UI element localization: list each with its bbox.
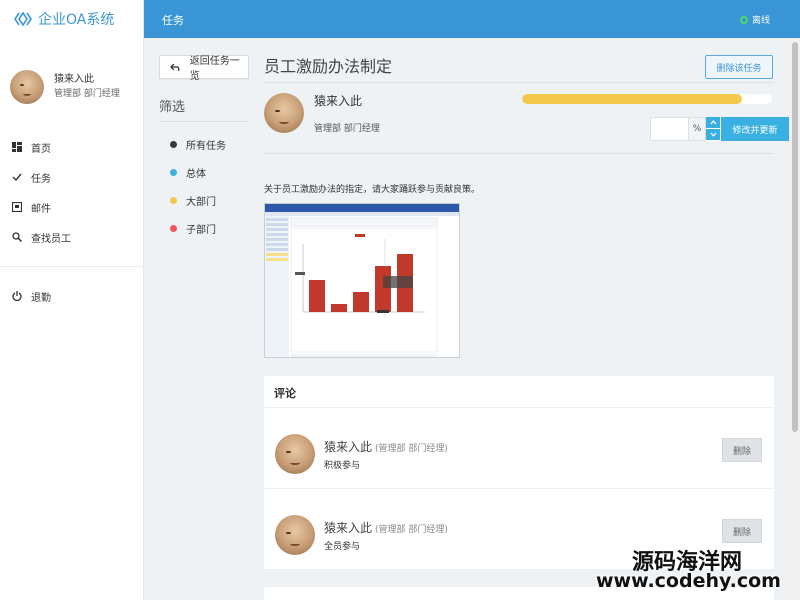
dashboard-icon: [12, 142, 22, 152]
brand[interactable]: 企业OA系统: [0, 0, 143, 38]
chevron-down-icon: [710, 132, 716, 137]
comment-avatar: [275, 515, 315, 555]
update-button[interactable]: 修改并更新: [721, 117, 789, 141]
progress-fill: [522, 94, 742, 104]
filter-label: 子部门: [186, 224, 216, 236]
owner-name: 猿来入此: [314, 94, 363, 108]
nav-item-home[interactable]: 首页: [0, 132, 143, 162]
nav-label: 退勤: [31, 292, 51, 304]
page-scrollbar[interactable]: [790, 38, 800, 600]
logo-icon: [14, 12, 32, 26]
filter-item-department[interactable]: 大部门: [170, 186, 226, 214]
avatar: [10, 70, 44, 104]
nav-divider: [0, 266, 143, 267]
watermark-url: www.codehy.com: [596, 570, 781, 592]
brand-name: 企业OA系统: [38, 12, 115, 28]
percent-stepper: [706, 117, 720, 141]
user-profile[interactable]: 猿来入此 管理部 部门经理: [0, 38, 143, 122]
back-arrow-icon: [170, 63, 180, 71]
filter-label: 所有任务: [186, 140, 226, 152]
comment-author-name: 猿来入此: [324, 440, 373, 454]
status-badge[interactable]: 离线: [739, 13, 770, 26]
divider: [264, 153, 774, 154]
stepper-down[interactable]: [706, 129, 720, 141]
divider: [264, 82, 774, 83]
percent-input[interactable]: [650, 117, 688, 141]
owner-avatar: [264, 93, 304, 133]
delete-task-button[interactable]: 删除该任务: [705, 55, 773, 79]
comment-author: 猿来入此 (管理部 部门经理): [324, 438, 448, 455]
delete-comment-button[interactable]: 删除: [722, 519, 762, 543]
filter-label: 总体: [186, 168, 206, 180]
nav-item-mail[interactable]: 邮件: [0, 192, 143, 222]
filter-title: 筛选: [159, 96, 247, 122]
chevron-up-icon: [710, 120, 716, 125]
percent-suffix: %: [688, 117, 706, 141]
nav-label: 邮件: [31, 203, 51, 215]
filter-item-all[interactable]: 所有任务: [170, 130, 226, 158]
back-to-list-button[interactable]: 返回任务一览: [159, 55, 249, 82]
power-icon: [12, 291, 22, 301]
comments-panel: 评论 猿来入此 (管理部 部门经理) 积极参与 删除 猿来入此 (管理部 部门经理)…: [264, 376, 774, 570]
comment-author: 猿来入此 (管理部 部门经理): [324, 519, 448, 536]
user-name: 猿来入此: [54, 74, 94, 85]
nav-item-tasks[interactable]: 任务: [0, 162, 143, 192]
nav-item-find-staff[interactable]: 查找员工: [0, 222, 143, 252]
delete-comment-button[interactable]: 删除: [722, 438, 762, 462]
status-dot-icon: [739, 15, 748, 24]
comment-author-role: (管理部 部门经理): [375, 444, 448, 454]
attachment-image[interactable]: [264, 203, 460, 358]
percent-control: % 修改并更新: [650, 117, 789, 141]
comment-item: 猿来入此 (管理部 部门经理) 积极参与 删除: [264, 408, 774, 489]
topbar: 任务 离线: [144, 0, 800, 38]
comment-avatar: [275, 434, 315, 474]
filter-dot-icon: [170, 196, 177, 204]
filter-dot-icon: [170, 168, 177, 176]
task-title: 员工激励办法制定: [264, 57, 393, 76]
attachment-preview: [265, 204, 459, 357]
scrollbar-thumb[interactable]: [792, 42, 798, 432]
filter-dot-icon: [170, 140, 177, 148]
nav-label: 任务: [31, 173, 51, 185]
filter-dot-icon: [170, 224, 177, 232]
comment-author-role: (管理部 部门经理): [375, 525, 448, 535]
comment-author-name: 猿来入此: [324, 521, 373, 535]
nav-label: 首页: [31, 143, 51, 155]
progress-bar: [522, 94, 772, 104]
sidebar: 企业OA系统 猿来入此 管理部 部门经理 首页 任务 邮件 查找员工 退勤: [0, 0, 144, 600]
stepper-up[interactable]: [706, 117, 720, 129]
filter-item-overall[interactable]: 总体: [170, 158, 226, 186]
nav-menu: 首页 任务 邮件 查找员工 退勤: [0, 132, 143, 311]
task-description: 关于员工激励办法的指定，请大家踊跃参与贡献良策。: [264, 185, 481, 195]
comments-title: 评论: [264, 376, 774, 408]
comment-text: 全员参与: [324, 542, 361, 552]
nav-item-checkout[interactable]: 退勤: [0, 281, 143, 311]
comment-text: 积极参与: [324, 461, 361, 471]
status-text: 离线: [751, 16, 770, 26]
filter-label: 大部门: [186, 196, 216, 208]
inbox-icon: [12, 202, 22, 212]
page-title: 任务: [162, 14, 184, 27]
filter-item-sub-department[interactable]: 子部门: [170, 214, 226, 242]
nav-label: 查找员工: [31, 233, 71, 245]
search-icon: [12, 232, 22, 242]
owner-role: 管理部 部门经理: [314, 124, 380, 134]
check-icon: [12, 173, 22, 182]
user-role: 管理部 部门经理: [54, 89, 120, 99]
filter-list: 所有任务 总体 大部门 子部门: [170, 130, 226, 242]
back-label: 返回任务一览: [189, 56, 240, 82]
